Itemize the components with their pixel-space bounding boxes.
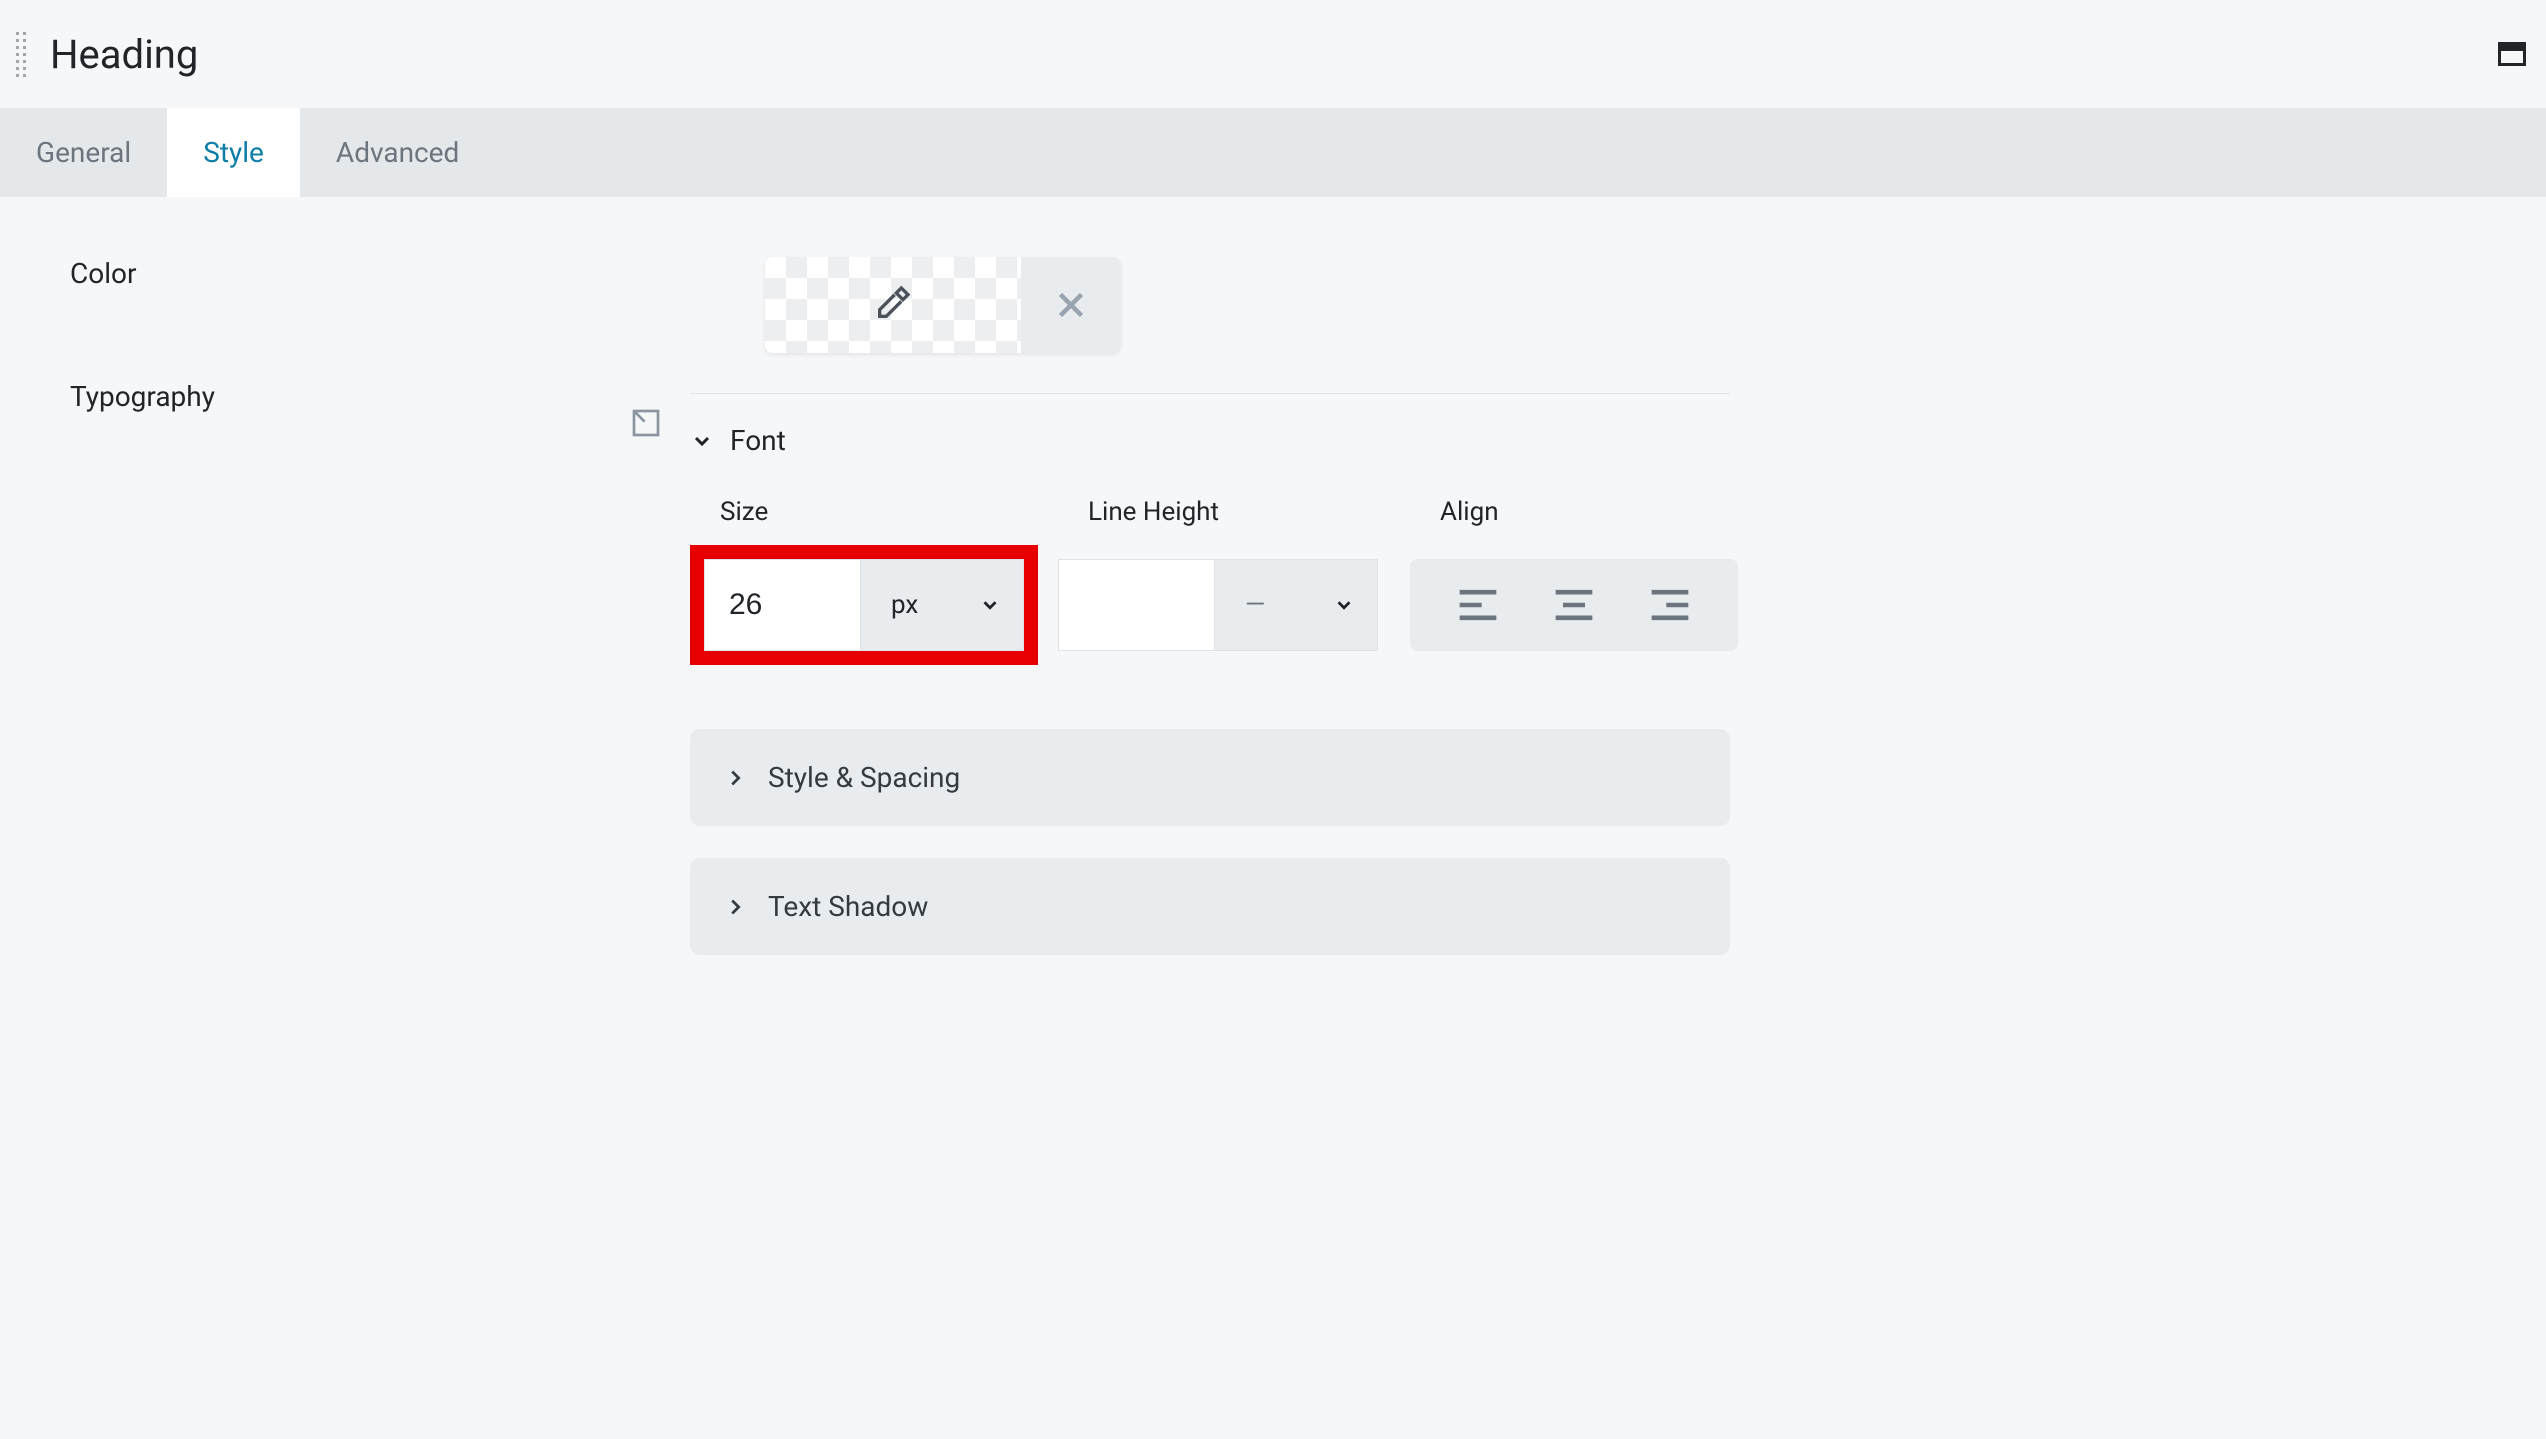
chevron-down-icon: [1333, 594, 1355, 616]
text-shadow-panel-label: Text Shadow: [768, 890, 928, 923]
font-section-toggle[interactable]: Font: [690, 394, 1730, 477]
page-title: Heading: [50, 31, 198, 78]
size-label: Size: [690, 497, 1038, 527]
chevron-right-icon: [724, 767, 746, 789]
color-swatch-button[interactable]: [765, 257, 1021, 353]
chevron-down-icon: [979, 594, 1001, 616]
responsive-toggle-icon[interactable]: [630, 407, 662, 439]
tab-style[interactable]: Style: [167, 108, 300, 197]
tab-bar: General Style Advanced: [0, 108, 2546, 197]
chevron-right-icon: [724, 896, 746, 918]
line-height-unit-select[interactable]: —: [1214, 559, 1378, 651]
line-height-input[interactable]: [1058, 559, 1214, 651]
font-section-label: Font: [730, 424, 786, 457]
tab-general[interactable]: General: [0, 108, 167, 197]
eyedropper-icon: [873, 283, 913, 327]
header-bar: Heading: [0, 0, 2546, 108]
style-spacing-panel[interactable]: Style & Spacing: [690, 729, 1730, 826]
text-shadow-panel[interactable]: Text Shadow: [690, 858, 1730, 955]
color-clear-button[interactable]: [1021, 257, 1121, 353]
typography-label: Typography: [70, 380, 630, 413]
size-input[interactable]: [704, 559, 860, 651]
align-left-button[interactable]: [1430, 559, 1526, 651]
align-label: Align: [1410, 497, 1738, 527]
size-highlight-box: px: [690, 545, 1038, 665]
align-center-button[interactable]: [1526, 559, 1622, 651]
line-height-label: Line Height: [1058, 497, 1378, 527]
color-picker: [765, 257, 1121, 353]
size-unit-value: px: [891, 590, 918, 620]
style-spacing-panel-label: Style & Spacing: [768, 761, 960, 794]
drag-handle-icon[interactable]: [14, 18, 28, 90]
color-label: Color: [70, 257, 630, 290]
tab-advanced[interactable]: Advanced: [300, 108, 495, 197]
line-height-unit-value: —: [1245, 590, 1265, 620]
responsive-preview-icon[interactable]: [2498, 42, 2526, 66]
align-right-button[interactable]: [1622, 559, 1718, 651]
size-unit-select[interactable]: px: [860, 559, 1024, 651]
